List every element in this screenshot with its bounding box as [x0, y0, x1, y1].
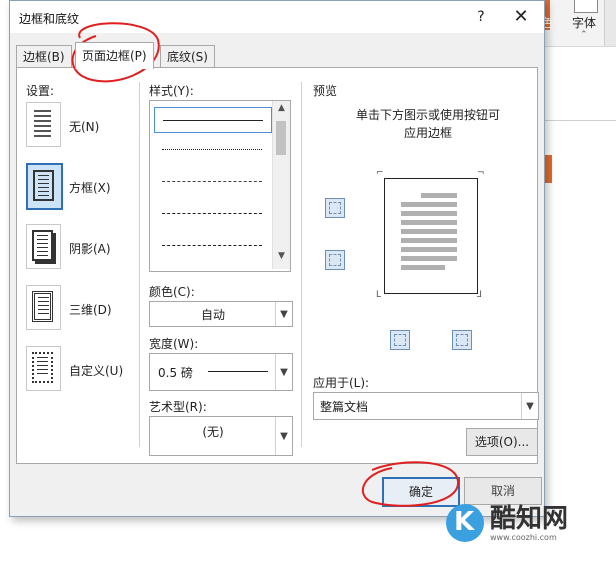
- watermark-logo: K 酷知网 www.coozhi.com: [446, 498, 610, 548]
- annotation-circle-ok-button: [361, 461, 460, 507]
- watermark-name: 酷知网: [490, 503, 569, 534]
- annotation-layer: [71, 22, 460, 507]
- watermark-logo-icon: K: [446, 504, 484, 542]
- tab-page-border[interactable]: 页面边框(P): [75, 42, 154, 69]
- watermark-url: www.coozhi.com: [490, 532, 557, 542]
